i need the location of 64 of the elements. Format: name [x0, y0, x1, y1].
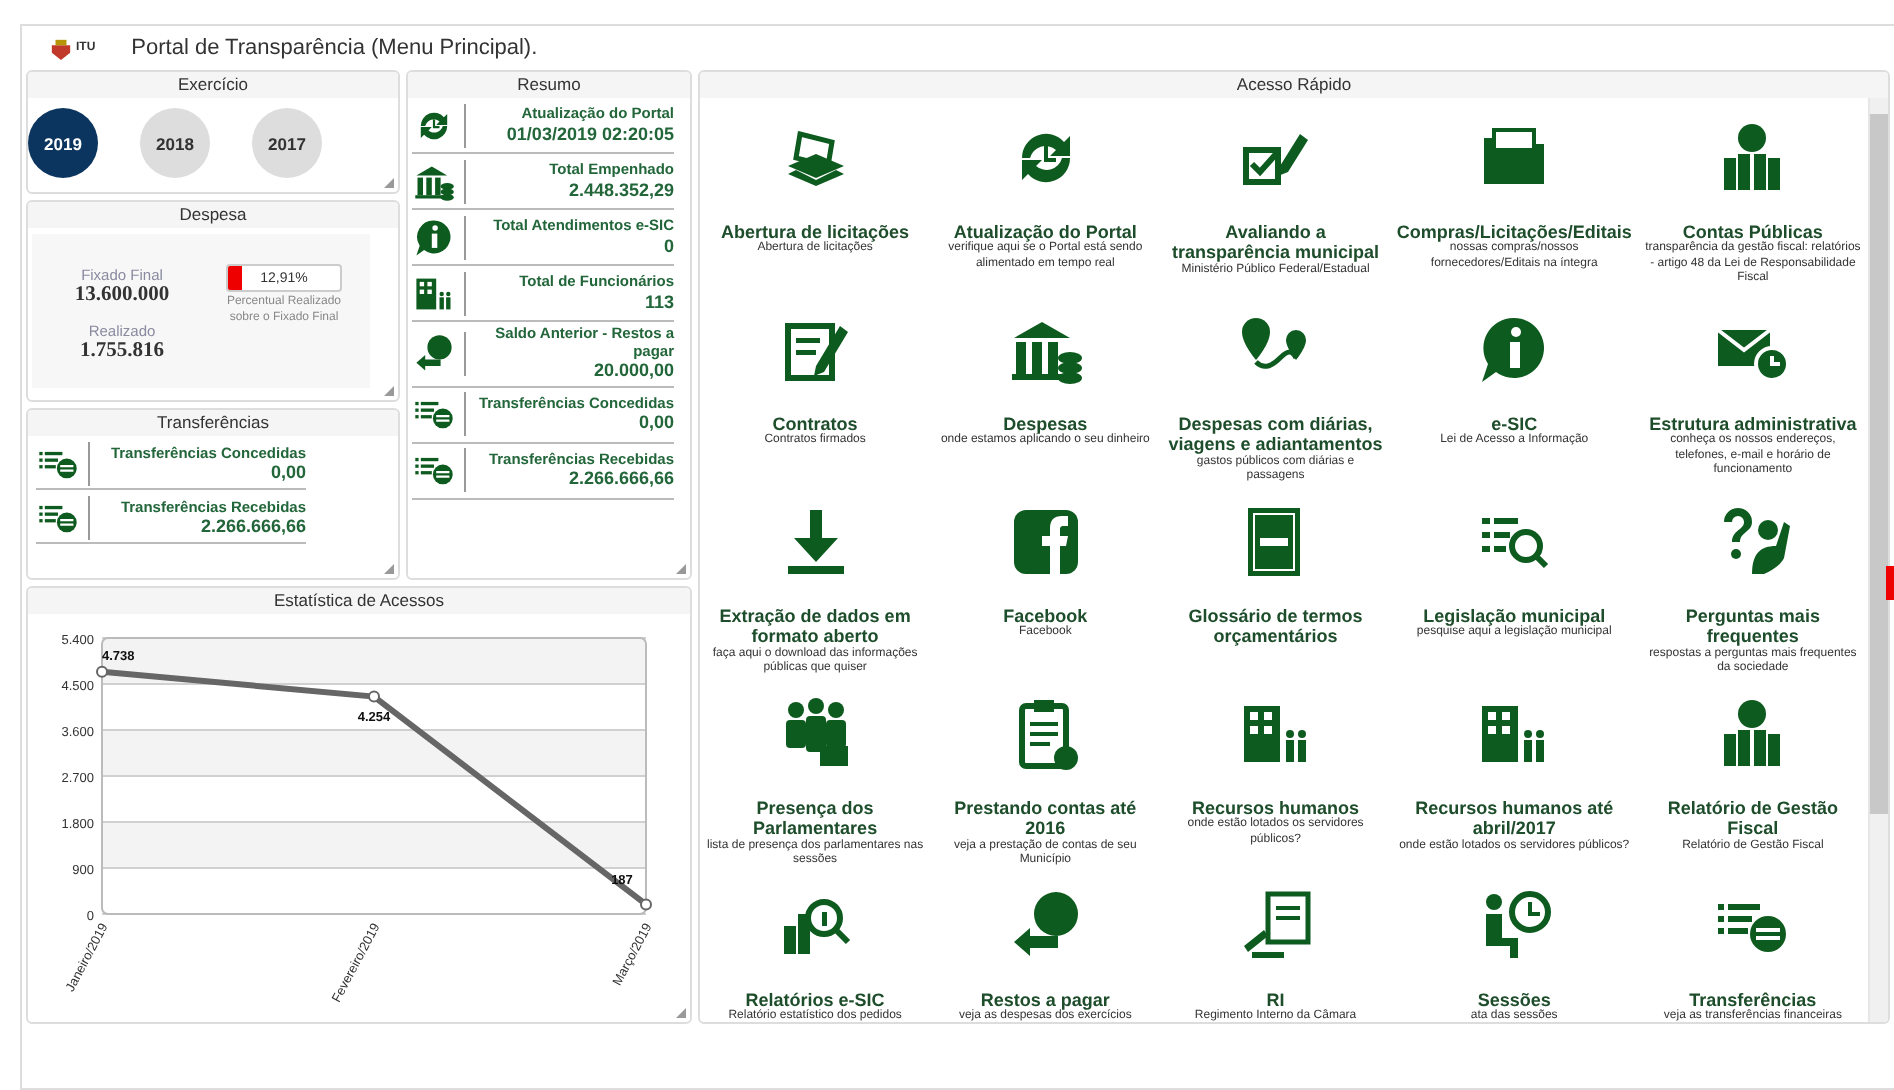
scrollbar[interactable] [1868, 98, 1888, 1022]
tile-link[interactable]: Transferências [1689, 990, 1817, 1011]
panel-title: Exercício [28, 72, 398, 98]
resize-grip-icon[interactable] [676, 564, 686, 574]
tile-link[interactable]: RI [1266, 990, 1285, 1011]
tile-link[interactable]: Glossário de termos orçamentários [1166, 606, 1385, 648]
panel-title: Transferências [28, 410, 398, 436]
tile-link[interactable]: Atualização do Portal [953, 222, 1137, 243]
realized-value: 1.755.816 [80, 340, 164, 362]
year-button[interactable]: 2019 [28, 108, 98, 178]
panel-title: Despesa [28, 202, 398, 228]
panel-title: Acesso Rápido [700, 72, 1888, 98]
resize-grip-icon[interactable] [384, 564, 394, 574]
fixed-value: 13.600.000 [74, 284, 170, 306]
resize-grip-icon[interactable] [384, 178, 394, 188]
info-bubble-icon [412, 215, 466, 259]
tile-link[interactable]: Relatórios e-SIC [745, 990, 885, 1011]
summary-value: 2.448.352,29 [568, 179, 674, 200]
transfer-value: 0,00 [270, 462, 306, 483]
tile-link[interactable]: Legislação municipal [1423, 606, 1606, 627]
summary-value: 0 [663, 235, 674, 256]
scroll-marker [1886, 566, 1894, 600]
tile-link[interactable]: Extração de dados em formato aberto [706, 606, 925, 648]
tile-link[interactable]: Contas Públicas [1682, 222, 1823, 243]
tile-link[interactable]: Perguntas mais frequentes [1643, 606, 1862, 648]
tile-link[interactable]: Recursos humanos [1192, 798, 1360, 819]
panel-title: Estatística de Acessos [28, 588, 690, 614]
list-transfer-icon [412, 448, 466, 493]
summary-value: 20.000,00 [593, 360, 674, 382]
tile-link[interactable]: Compras/Licitações/Editais [1396, 222, 1632, 243]
tile-link[interactable]: Avaliando a transparência municipal [1166, 222, 1385, 264]
tile-link[interactable]: Estrutura administrativa [1649, 414, 1857, 435]
building-coins-icon [412, 159, 466, 203]
money-arrow-icon [412, 331, 466, 376]
tile-link[interactable]: e-SIC [1491, 414, 1538, 435]
tile-link[interactable]: Despesas [1003, 414, 1088, 435]
summary-value: 01/03/2019 02:20:05 [506, 123, 674, 144]
summary-value: 113 [644, 291, 674, 312]
tile-link[interactable]: Despesas com diárias, viagens e adiantamentos [1166, 414, 1385, 456]
data-point [368, 690, 380, 703]
summary-value: 0,00 [638, 412, 674, 434]
tile-link[interactable]: Presença dos Parlamentares [706, 798, 925, 840]
year-button[interactable]: 2017 [252, 108, 322, 178]
tile-link[interactable]: Restos a pagar [980, 990, 1110, 1011]
tile-link[interactable]: Abertura de licitações [721, 222, 910, 243]
tile-link[interactable]: Relatório de Gestão Fiscal [1643, 798, 1862, 840]
year-button[interactable]: 2018 [140, 108, 210, 178]
list-transfer-icon [36, 496, 90, 540]
transfer-value: 2.266.666,66 [200, 516, 306, 537]
page-title: Portal de Transparência (Menu Principal). [131, 36, 538, 60]
building-people-icon [412, 271, 466, 315]
crest-icon [50, 37, 72, 59]
list-transfer-icon [412, 392, 466, 437]
panel-title: Resumo [408, 72, 690, 98]
resize-grip-icon[interactable] [676, 1008, 686, 1018]
summary-value: 2.266.666,66 [568, 468, 674, 490]
tile-link[interactable]: Prestando contas até 2016 [936, 798, 1155, 840]
data-point [640, 898, 652, 911]
tile-link[interactable]: Recursos humanos até abril/2017 [1396, 798, 1632, 840]
tile-link[interactable]: Sessões [1477, 990, 1551, 1011]
tile-link[interactable]: Contratos [772, 414, 858, 435]
list-transfer-icon [36, 442, 90, 486]
resize-grip-icon[interactable] [384, 386, 394, 396]
tile-link[interactable]: Facebook [1003, 606, 1088, 627]
